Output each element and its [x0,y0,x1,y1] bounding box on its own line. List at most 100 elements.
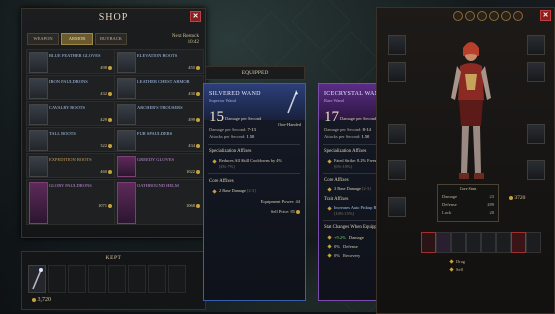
coin-icon [196,91,200,96]
shop-item[interactable]: TALL BOOTS 322 [26,127,116,152]
shop-item[interactable]: FUR SPAULDERS 434 [114,127,204,152]
gem-icon[interactable] [477,11,487,21]
coin-icon [196,117,200,122]
diamond-bullet-icon [327,205,332,211]
gem-icon[interactable] [489,11,499,21]
close-shop-button[interactable]: ✕ [190,11,201,22]
hand-type: One-Handed [278,122,301,127]
wand-icon [32,268,43,290]
coin-icon [196,143,200,148]
gold-amount: 3,720 [31,297,51,303]
inventory-slot[interactable] [466,232,481,253]
item-price: 455 [188,65,200,70]
coin-icon [108,169,112,174]
inventory-slot[interactable] [421,232,436,253]
equip-slot-gloves[interactable] [388,160,406,180]
spec-affix: Reduces All Skill Cooldowns by 4% [212,158,282,164]
character-portrait [451,42,491,179]
divider [208,144,300,145]
inventory-slot[interactable] [436,232,451,253]
stat-row: Luck 20 [442,210,494,215]
equip-slot-legs[interactable] [527,124,545,144]
equip-slot-shoulders[interactable] [388,62,406,82]
shop-item[interactable]: OATHBOUND HELM 1068 [114,179,204,225]
item-price: 460 [100,169,112,174]
item-price: 322 [100,143,112,148]
equip-slot-chest[interactable] [388,124,406,144]
boots-icon [117,52,136,73]
item-name: GLORY PAULDRONS [49,183,92,188]
item-name: BLUE FEATHER GLOVES [49,53,101,58]
equipped-item-tooltip: SILVERED WAND Superior Wand 15 Damage pe… [203,83,306,301]
stat-change-defense: 0% Defense [327,244,358,250]
item-name: LEATHER CHEST ARMOR [137,79,190,84]
item-name: ELEVATION BOOTS [137,53,178,58]
kept-slot[interactable] [68,265,86,293]
item-name: SILVERED WAND [209,91,261,97]
close-character-button[interactable]: ✕ [540,10,551,21]
tab-weapon[interactable]: WEAPON [27,33,59,45]
damage-label: Damage per Second [225,116,262,121]
damage-range: Damage per Second: 8-14 [324,127,371,132]
gloves-icon [29,52,48,73]
stat-row: Damage 23 [442,194,494,199]
shop-item[interactable]: LEATHER CHEST ARMOR 430 [114,75,204,100]
damage-label: Damage per Second [340,116,377,121]
spec-affix-title: Specialization Affixes [209,149,252,154]
gem-icon[interactable] [501,11,511,21]
stat-change-damage: +9.2% Damage [327,235,364,241]
shop-item[interactable]: GLORY PAULDRONS 1071 [26,179,116,225]
equip-slot-helm[interactable] [388,35,406,55]
diamond-bullet-icon [327,158,332,164]
gem-icon[interactable] [465,11,475,21]
gem-icon[interactable] [453,11,463,21]
coin-icon [32,297,36,302]
diamond-bullet-icon [327,244,332,250]
coin-icon [196,169,200,174]
kept-slot[interactable] [48,265,66,293]
trousers-icon [117,104,136,125]
helm-icon [117,182,136,224]
shop-item[interactable]: ARCHER'S TROUSERS 499 [114,101,204,126]
trait-affix-title: Trait Affixes [324,197,349,202]
equip-slot-ring[interactable] [527,62,545,82]
boots-icon [29,130,48,151]
equip-slot-amulet[interactable] [527,35,545,55]
inventory-slot[interactable] [481,232,496,253]
kept-slot[interactable] [108,265,126,293]
equipment-power: Equipment Power: 44 [260,199,300,204]
item-name: OATHBOUND HELM [137,183,179,188]
inventory-slot[interactable] [526,232,541,253]
shop-item[interactable]: CAVALRY BOOTS 429 [26,101,116,126]
shop-item[interactable]: BLUE FEATHER GLOVES 498 [26,49,116,74]
inventory-slot[interactable] [496,232,511,253]
kept-slot[interactable] [88,265,106,293]
shop-panel: SHOP ✕ WEAPON ARMOR BUYBACK Next Restock… [21,8,206,238]
diamond-bullet-icon [327,235,332,241]
kept-slot[interactable] [148,265,166,293]
kept-wand-slot[interactable] [28,265,46,293]
tab-buyback[interactable]: BUYBACK [95,33,127,45]
inventory-slot[interactable] [511,232,526,253]
attack-speed: Attacks per Second: 1.50 [209,134,255,139]
attack-speed: Attacks per Second: 1.50 [324,134,370,139]
shop-item[interactable]: ELEVATION BOOTS 455 [114,49,204,74]
kept-slot[interactable] [168,265,186,293]
shop-item[interactable]: IRON PAULDRONS 432 [26,75,116,100]
item-rarity: Superior Wand [209,98,236,103]
shop-item[interactable]: GREEDY GLOVES 1022 [114,153,204,178]
restock-time: 10:42 [187,40,199,45]
boots-icon [29,156,48,177]
item-name: GREEDY GLOVES [137,157,174,162]
core-affix-title: Core Affixes [209,179,234,184]
tab-armor[interactable]: ARMOR [61,33,93,45]
kept-slot[interactable] [128,265,146,293]
equip-slot-weapon[interactable] [388,197,406,217]
inventory-slot[interactable] [451,232,466,253]
shop-item[interactable]: EXPEDITION BOOTS 460 [26,153,116,178]
equip-slot-boots[interactable] [527,160,545,180]
legend-drag: Drag [449,259,465,265]
coin-icon [196,203,200,208]
gem-icon[interactable] [513,11,523,21]
chest-armor-icon [117,78,136,99]
